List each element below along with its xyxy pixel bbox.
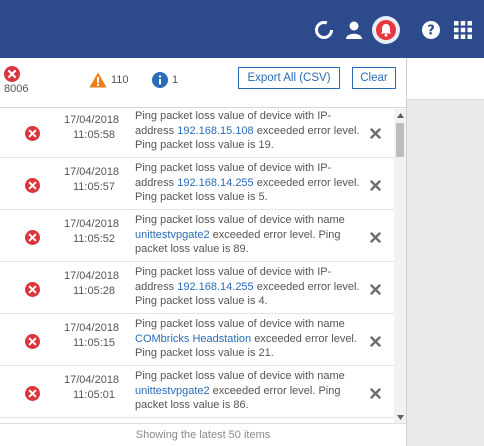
- error-icon: [25, 386, 40, 406]
- dismiss-icon[interactable]: [368, 178, 382, 192]
- help-icon[interactable]: ?: [420, 19, 442, 41]
- notification-time: 11:05:57: [73, 181, 116, 193]
- warning-count-value: 110: [111, 74, 129, 86]
- notification-item[interactable]: 17/04/2018 11:05:28 Ping packet loss valu…: [0, 265, 394, 314]
- dismiss-icon[interactable]: [368, 126, 382, 140]
- user-icon[interactable]: [343, 19, 365, 41]
- refresh-icon[interactable]: [313, 19, 335, 41]
- scroll-up-arrow-icon[interactable]: [394, 109, 406, 121]
- bell-icon[interactable]: [372, 16, 400, 44]
- notification-message: Ping packet loss value of device with na…: [135, 369, 360, 413]
- page-background: [407, 58, 484, 446]
- notification-message: Ping packet loss value of device with na…: [135, 213, 360, 257]
- warning-count[interactable]: 110: [89, 72, 129, 88]
- notification-item[interactable]: 17/04/2018 11:05:01 Ping packet loss valu…: [0, 369, 394, 418]
- notification-date: 17/04/2018: [64, 322, 120, 334]
- notification-item[interactable]: 17/04/2018 11:05:57 Ping packet loss valu…: [0, 161, 394, 210]
- notification-timestamp: 17/04/2018 11:05:52: [64, 217, 126, 247]
- dismiss-icon[interactable]: [368, 386, 382, 400]
- scrollbar[interactable]: [394, 109, 406, 423]
- notification-timestamp: 17/04/2018 11:05:15: [64, 321, 126, 351]
- notification-time: 11:05:15: [73, 337, 116, 349]
- notifications-panel: 8006 110 1 Export All (CSV) Clear 17/04/…: [0, 58, 407, 446]
- notification-message: Ping packet loss value of device with IP…: [135, 265, 360, 309]
- notification-date: 17/04/2018: [64, 374, 120, 386]
- message-text: Ping packet loss value of device with na…: [135, 214, 345, 226]
- notification-timestamp: 17/04/2018 11:05:58: [64, 113, 126, 143]
- warning-icon: [89, 72, 107, 88]
- notification-time: 11:05:52: [73, 233, 116, 245]
- device-link[interactable]: unittestvpgate2: [135, 385, 210, 397]
- error-icon: [25, 230, 40, 250]
- notification-date: 17/04/2018: [64, 166, 120, 178]
- notification-message: Ping packet loss value of device with IP…: [135, 161, 360, 205]
- notification-item[interactable]: 17/04/2018 11:05:52 Ping packet loss valu…: [0, 213, 394, 262]
- top-bar: ?: [0, 0, 484, 58]
- device-link[interactable]: 192.168.15.108: [177, 125, 253, 137]
- info-icon: [152, 72, 168, 88]
- notification-timestamp: 17/04/2018 11:05:28: [64, 269, 126, 299]
- error-icon: [4, 66, 20, 82]
- clear-button[interactable]: Clear: [352, 67, 396, 89]
- info-count-value: 1: [172, 74, 179, 86]
- device-link[interactable]: COMbricks Headstation: [135, 333, 251, 345]
- notifications-header: 8006 110 1 Export All (CSV) Clear: [0, 58, 406, 108]
- error-icon: [25, 178, 40, 198]
- error-count[interactable]: 8006: [4, 66, 28, 95]
- message-text: Ping packet loss value of device with na…: [135, 318, 345, 330]
- notification-item[interactable]: 17/04/2018 11:05:15 Ping packet loss valu…: [0, 317, 394, 366]
- notification-timestamp: 17/04/2018 11:05:01: [64, 373, 126, 403]
- error-icon: [25, 282, 40, 302]
- notification-item[interactable]: 17/04/2018 11:05:58 Ping packet loss valu…: [0, 109, 394, 158]
- notification-time: 11:05:01: [73, 389, 116, 401]
- dismiss-icon[interactable]: [368, 282, 382, 296]
- export-all-csv-button[interactable]: Export All (CSV): [238, 67, 340, 89]
- notification-timestamp: 17/04/2018 11:05:57: [64, 165, 126, 195]
- notification-message: Ping packet loss value of device with IP…: [135, 109, 360, 153]
- notification-date: 17/04/2018: [64, 218, 120, 230]
- dismiss-icon[interactable]: [368, 334, 382, 348]
- message-text: Ping packet loss value of device with na…: [135, 370, 345, 382]
- apps-grid-icon[interactable]: [452, 19, 474, 41]
- device-link[interactable]: 192.168.14.255: [177, 177, 253, 189]
- svg-text:?: ?: [427, 24, 435, 39]
- error-icon: [25, 126, 40, 146]
- error-count-value: 8006: [4, 83, 29, 95]
- notification-list: 17/04/2018 11:05:58 Ping packet loss valu…: [0, 109, 394, 423]
- scroll-down-arrow-icon[interactable]: [394, 411, 406, 423]
- scrollbar-thumb[interactable]: [396, 123, 404, 157]
- page-header-strip: [407, 58, 484, 100]
- notification-date: 17/04/2018: [64, 114, 120, 126]
- info-count[interactable]: 1: [152, 72, 178, 88]
- notification-time: 11:05:28: [73, 285, 116, 297]
- notification-date: 17/04/2018: [64, 270, 120, 282]
- list-footer-status: Showing the latest 50 items: [0, 423, 406, 446]
- device-link[interactable]: 192.168.14.255: [177, 281, 253, 293]
- device-link[interactable]: unittestvpgate2: [135, 229, 210, 241]
- notification-time: 11:05:58: [73, 129, 116, 141]
- notification-message: Ping packet loss value of device with na…: [135, 317, 360, 361]
- dismiss-icon[interactable]: [368, 230, 382, 244]
- error-icon: [25, 334, 40, 354]
